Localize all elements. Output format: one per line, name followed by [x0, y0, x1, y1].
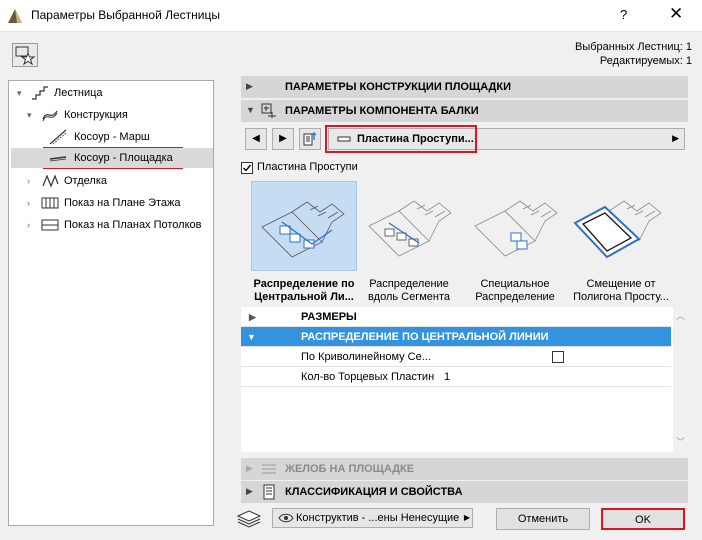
- component-list-icon: [303, 132, 317, 146]
- floor-plan-icon: [41, 197, 59, 209]
- help-button[interactable]: ?: [620, 7, 627, 22]
- chevron-down-icon[interactable]: ▾: [17, 83, 27, 103]
- stair-icon: [32, 86, 48, 100]
- section-title: ЖЕЛОБ НА ПЛОЩАДКЕ: [285, 463, 415, 475]
- parameter-grid: ▶ РАЗМЕРЫ ▼ РАСПРЕДЕЛЕНИЕ ПО ЦЕНТРАЛЬНОЙ…: [241, 307, 685, 452]
- polygon-offset-icon: [573, 200, 662, 259]
- tree-item-label: Показ на Планах Потолков: [64, 219, 202, 231]
- tree-item-stair[interactable]: ▾ Лестница: [17, 83, 207, 103]
- tread-plate-label: Пластина Проступи: [257, 161, 358, 173]
- row-value[interactable]: 1: [444, 367, 450, 387]
- editable-count: Редактируемых: 1: [599, 55, 692, 67]
- grid-scrollbar[interactable]: ︿ ﹀: [673, 307, 687, 452]
- favorites-button[interactable]: [12, 43, 38, 67]
- row-label: По Криволинейному Се...: [301, 351, 431, 363]
- ceiling-plan-icon: [41, 219, 59, 231]
- chevron-down-icon[interactable]: ▼: [247, 327, 256, 347]
- classification-icon: [263, 484, 275, 500]
- window-title: Параметры Выбранной Лестницы: [31, 8, 220, 22]
- component-list-button[interactable]: [299, 128, 321, 150]
- tread-plate-checkbox[interactable]: [241, 162, 253, 174]
- close-button[interactable]: ✕: [669, 4, 683, 24]
- stair-app-icon: [8, 9, 22, 23]
- finish-icon: [42, 174, 59, 188]
- tree-item-finish[interactable]: › Отделка: [27, 171, 207, 191]
- distribution-option-centerline[interactable]: [251, 181, 357, 271]
- tree-item-label: Косоур - Площадка: [74, 152, 173, 164]
- selection-info: Выбранных Лестниц: 1 Редактируемых: 1: [575, 40, 692, 68]
- chevron-right-icon[interactable]: ›: [27, 193, 37, 213]
- section-title: ПАРАМЕТРЫ КОМПОНЕНТА БАЛКИ: [285, 105, 479, 117]
- distribution-option-polygon-offset[interactable]: [569, 181, 675, 271]
- section-beam-params[interactable]: ▼ ПАРАМЕТРЫ КОМПОНЕНТА БАЛКИ: [241, 100, 688, 122]
- row-label: Кол-во Торцевых Пластин: [301, 371, 435, 383]
- tree-item-label: Отделка: [64, 175, 107, 187]
- tree-item-ceiling-plan[interactable]: › Показ на Планах Потолков: [27, 215, 213, 235]
- stringer-flight-icon: [49, 129, 67, 145]
- layer-value: Конструктив - ...ены Ненесущие: [296, 512, 460, 524]
- layer-icon: [236, 510, 262, 528]
- distribution-label-centerline: Распределение по Центральной Ли...: [253, 278, 355, 303]
- scroll-down-icon[interactable]: ﹀: [676, 435, 685, 448]
- grid-group-centerline[interactable]: ▼ РАСПРЕДЕЛЕНИЕ ПО ЦЕНТРАЛЬНОЙ ЛИНИИ: [241, 327, 671, 347]
- table-row[interactable]: Кол-во Торцевых Пластин 1: [241, 367, 671, 387]
- dropdown-highlight: [325, 125, 477, 153]
- chevron-down-icon[interactable]: ▾: [27, 105, 37, 125]
- special-distribution-icon: [474, 200, 558, 257]
- curved-segment-checkbox[interactable]: [552, 351, 564, 363]
- next-component-button[interactable]: ▶: [272, 128, 294, 150]
- checkmark-icon: [243, 164, 252, 172]
- collapse-arrow-icon[interactable]: ▼: [246, 105, 255, 115]
- section-gutter[interactable]: ▶ ЖЕЛОБ НА ПЛОЩАДКЕ: [241, 458, 688, 480]
- title-bar: Параметры Выбранной Лестницы ? ✕: [0, 0, 702, 32]
- expand-arrow-icon[interactable]: ▶: [246, 486, 253, 497]
- layer-dropdown[interactable]: Конструктив - ...ены Ненесущие ▶: [272, 508, 473, 528]
- distribution-label-segment: Распределение вдоль Сегмента: [367, 278, 451, 303]
- centerline-distribution-icon: [261, 201, 345, 258]
- tree-item-stringer-landing[interactable]: Косоур - Площадка: [11, 148, 213, 168]
- settings-tree: ▾ Лестница ▾ Конструкция Косоур - Марш К…: [8, 80, 214, 526]
- chevron-right-icon[interactable]: ›: [27, 171, 37, 191]
- chevron-right-icon: ▶: [672, 133, 679, 143]
- gutter-icon: [262, 464, 276, 474]
- grid-group-label: РАЗМЕРЫ: [301, 311, 357, 323]
- tree-item-floor-plan[interactable]: › Показ на Плане Этажа: [27, 193, 207, 213]
- beam-component-icon: [261, 103, 276, 118]
- tree-item-structure[interactable]: ▾ Конструкция: [27, 105, 207, 125]
- distribution-option-segment[interactable]: [359, 181, 465, 271]
- previous-component-button[interactable]: ◀: [245, 128, 267, 150]
- distribution-label-special: Специальное Распределение: [475, 278, 555, 303]
- distribution-label-polygon-offset: Смещение от Полигона Просту...: [573, 278, 669, 303]
- eye-icon: [278, 513, 294, 523]
- distribution-option-special[interactable]: [465, 181, 571, 271]
- tree-item-label: Конструкция: [64, 109, 128, 121]
- favorites-star-icon: [15, 46, 36, 66]
- expand-arrow-icon[interactable]: ▶: [246, 463, 253, 474]
- chevron-right-icon[interactable]: ▶: [249, 307, 256, 327]
- expand-arrow-icon[interactable]: ▶: [246, 81, 253, 92]
- tree-item-stringer-flight[interactable]: Косоур - Марш: [43, 127, 207, 147]
- grid-group-label: РАСПРЕДЕЛЕНИЕ ПО ЦЕНТРАЛЬНОЙ ЛИНИИ: [301, 331, 549, 343]
- tree-item-label: Показ на Плане Этажа: [64, 197, 181, 209]
- section-title: ПАРАМЕТРЫ КОНСТРУКЦИИ ПЛОЩАДКИ: [285, 81, 511, 93]
- tree-item-label: Лестница: [54, 87, 103, 99]
- chevron-right-icon[interactable]: ›: [27, 215, 37, 235]
- structure-icon: [42, 110, 58, 122]
- section-classification[interactable]: ▶ КЛАССИФИКАЦИЯ И СВОЙСТВА: [241, 481, 688, 503]
- section-landing-params[interactable]: ▶ ПАРАМЕТРЫ КОНСТРУКЦИИ ПЛОЩАДКИ: [241, 76, 688, 98]
- table-row[interactable]: По Криволинейному Се...: [241, 347, 671, 367]
- section-title: КЛАССИФИКАЦИЯ И СВОЙСТВА: [285, 486, 463, 498]
- tree-item-label: Косоур - Марш: [74, 131, 150, 143]
- scroll-up-icon[interactable]: ︿: [676, 309, 685, 322]
- ok-button[interactable]: OK: [601, 508, 685, 530]
- cancel-button[interactable]: Отменить: [496, 508, 590, 530]
- chevron-right-icon: ▶: [463, 513, 470, 522]
- stringer-landing-icon: [49, 156, 67, 162]
- segment-distribution-icon: [368, 200, 452, 257]
- selected-count: Выбранных Лестниц: 1: [574, 41, 692, 53]
- grid-group-sizes[interactable]: ▶ РАЗМЕРЫ: [241, 307, 671, 327]
